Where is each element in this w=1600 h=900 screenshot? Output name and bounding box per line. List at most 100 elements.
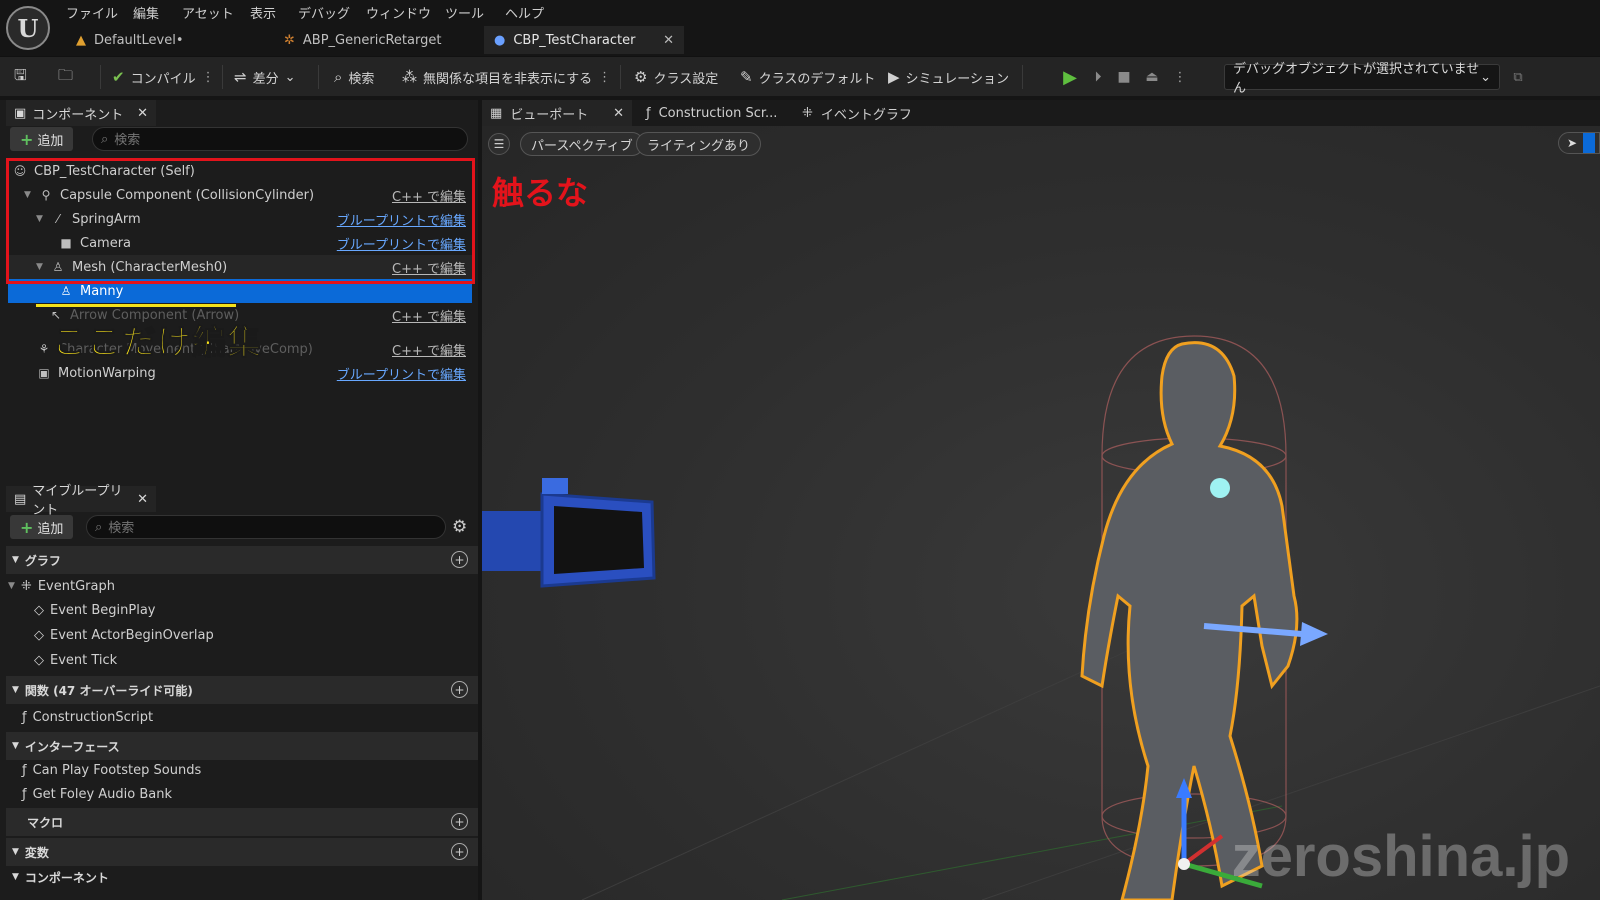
event-label: Event ActorBeginOverlap	[50, 627, 214, 643]
save-button[interactable]: 🖫	[14, 57, 27, 97]
stop-icon[interactable]: ■	[1112, 66, 1136, 88]
simulation-button[interactable]: ▶ シミュレーション	[888, 57, 1009, 97]
browse-button[interactable]: 🗀	[58, 57, 73, 97]
hide-unrelated-button[interactable]: ⁂ 無関係な項目を非表示にする ⋮	[402, 57, 611, 97]
event-graph-item[interactable]: ▼ ⁜ EventGraph	[8, 574, 115, 598]
tab-defaultlevel[interactable]: ▲ DefaultLevel•	[66, 26, 266, 54]
menu-tools[interactable]: ツール	[445, 3, 484, 22]
debug-object-select[interactable]: デバッグオブジェクトが選択されていません ⌄	[1224, 62, 1500, 96]
compile-button[interactable]: ✔ コンパイル ⋮	[112, 57, 215, 97]
add-circle-icon[interactable]: +	[451, 813, 468, 830]
tab-viewport[interactable]: ▦ ビューポート ✕	[482, 100, 632, 126]
graph-icon: ⁜	[802, 105, 813, 121]
section-components[interactable]: ▼ コンポーネント	[6, 866, 478, 888]
section-label: 変数	[24, 845, 49, 860]
event-item[interactable]: ◇ Event Tick	[34, 648, 117, 672]
close-icon[interactable]: ✕	[137, 106, 148, 121]
eject-icon[interactable]: ⏏	[1140, 66, 1164, 88]
add-circle-icon[interactable]: +	[451, 551, 468, 568]
add-circle-icon[interactable]: +	[451, 681, 468, 698]
search-button[interactable]: ⌕ 検索	[334, 57, 374, 97]
tab-label: DefaultLevel•	[94, 32, 184, 48]
level-icon: ▲	[76, 32, 86, 48]
tab-my-blueprint[interactable]: ▤ マイブループリント ✕	[6, 484, 156, 518]
menu-view[interactable]: 表示	[250, 3, 276, 22]
interface-label: Get Foley Audio Bank	[32, 786, 173, 802]
more-icon[interactable]: ⋮	[1168, 66, 1192, 88]
event-item[interactable]: ◇ Event BeginPlay	[34, 598, 156, 622]
gear-icon[interactable]: ⚙	[452, 517, 467, 537]
viewport-tabs: ▦ ビューポート ✕ ƒ Construction Scr... ⁜ イベントグ…	[482, 100, 1600, 126]
close-icon[interactable]: ✕	[663, 33, 674, 48]
character-body	[1080, 341, 1299, 900]
unreal-logo-icon[interactable]: U	[6, 6, 50, 50]
section-interfaces[interactable]: ▼ インターフェース	[6, 732, 478, 760]
event-item[interactable]: ◇ Event ActorBeginOverlap	[34, 623, 214, 647]
menu-window[interactable]: ウィンドウ	[366, 3, 431, 22]
plus-icon: +	[20, 517, 34, 537]
section-label: マクロ	[27, 815, 64, 830]
component-search-input[interactable]	[114, 131, 437, 147]
plus-icon: +	[20, 129, 34, 149]
viewport[interactable]: ☰ パースペクティブ ライティングあり ➤ zeroshina.jp	[482, 126, 1600, 900]
play-icon[interactable]: ▶	[1058, 66, 1082, 88]
interface-item[interactable]: ƒ Can Play Footstep Sounds	[22, 758, 201, 782]
component-search[interactable]: ⌕	[92, 127, 468, 151]
viewport-icon: ▦	[490, 105, 503, 121]
add-component-button[interactable]: + 追加	[10, 127, 74, 151]
edit-cpp-link[interactable]: C++ で編集	[392, 306, 466, 325]
add-blueprint-item-button[interactable]: + 追加	[10, 515, 74, 539]
construction-tab-label: Construction Scr...	[658, 105, 778, 121]
section-functions[interactable]: ▼ 関数 (47 オーバーライド可能) +	[6, 676, 478, 704]
toolbar-divider	[318, 65, 319, 89]
menu-debug[interactable]: デバッグ	[298, 3, 350, 22]
folder-icon: 🗀	[58, 65, 74, 84]
compile-icon: ✔	[112, 68, 125, 86]
blueprint-search-input[interactable]	[108, 519, 417, 535]
diff-button[interactable]: ⇌ 差分 ⌄	[234, 57, 296, 97]
close-icon[interactable]: ✕	[613, 106, 624, 121]
menu-edit[interactable]: 編集	[133, 3, 159, 22]
tab-components[interactable]: ▣ コンポーネント ✕	[6, 100, 156, 126]
tab-abp-genericretarget[interactable]: ✲ ABP_GenericRetarget	[274, 26, 474, 54]
tab-construction-script[interactable]: ƒ Construction Scr...	[638, 100, 788, 126]
chest-light	[1210, 478, 1230, 498]
step-icon[interactable]: ⏵	[1086, 66, 1110, 88]
event-diamond-icon: ◇	[34, 627, 44, 643]
menu-file[interactable]: ファイル	[66, 3, 118, 22]
tab-cbp-testcharacter[interactable]: ● CBP_TestCharacter ✕	[484, 26, 684, 54]
tab-label: ABP_GenericRetarget	[302, 32, 442, 48]
more-icon[interactable]: ⋮	[202, 70, 215, 85]
event-diamond-icon: ◇	[34, 602, 44, 618]
interface-item[interactable]: ƒ Get Foley Audio Bank	[22, 782, 172, 806]
section-label: 関数 (47 オーバーライド可能)	[24, 683, 193, 698]
class-defaults-button[interactable]: ✎ クラスのデフォルト	[740, 57, 875, 97]
menu-help[interactable]: ヘルプ	[505, 3, 544, 22]
component-icon: ▣	[38, 366, 50, 380]
component-label: Manny	[80, 283, 124, 299]
book-icon: ▤	[14, 491, 27, 507]
menu-asset[interactable]: アセット	[182, 3, 234, 22]
function-item[interactable]: ƒ ConstructionScript	[22, 705, 153, 729]
close-icon[interactable]: ✕	[137, 492, 148, 507]
section-macros[interactable]: マクロ +	[6, 808, 478, 836]
manny-character	[1080, 341, 1299, 900]
section-label: グラフ	[24, 553, 61, 568]
edit-blueprint-link[interactable]: ブループリントで編集	[337, 364, 466, 383]
section-variables[interactable]: ▼ 変数 +	[6, 838, 478, 866]
simulation-label: シミュレーション	[905, 71, 1010, 87]
blueprint-search[interactable]: ⌕	[86, 515, 446, 539]
skeletal-mesh-icon: ♙	[60, 284, 72, 298]
collapse-arrow-icon: ▼	[12, 555, 19, 565]
find-object-icon[interactable]: ⧉	[1506, 66, 1530, 88]
section-graphs[interactable]: ▼ グラフ +	[6, 546, 478, 574]
component-row-motionwarping[interactable]: ▣ MotionWarping ブループリントで編集	[8, 361, 472, 385]
search-label: 検索	[348, 71, 375, 87]
components-tab-label: コンポーネント	[32, 107, 124, 123]
gear-icon: ⚙	[634, 68, 648, 86]
edit-cpp-link[interactable]: C++ で編集	[392, 340, 466, 359]
tab-event-graph[interactable]: ⁜ イベントグラフ	[794, 100, 924, 126]
add-circle-icon[interactable]: +	[451, 843, 468, 860]
class-settings-button[interactable]: ⚙ クラス設定	[634, 57, 718, 97]
more-icon[interactable]: ⋮	[598, 70, 611, 85]
